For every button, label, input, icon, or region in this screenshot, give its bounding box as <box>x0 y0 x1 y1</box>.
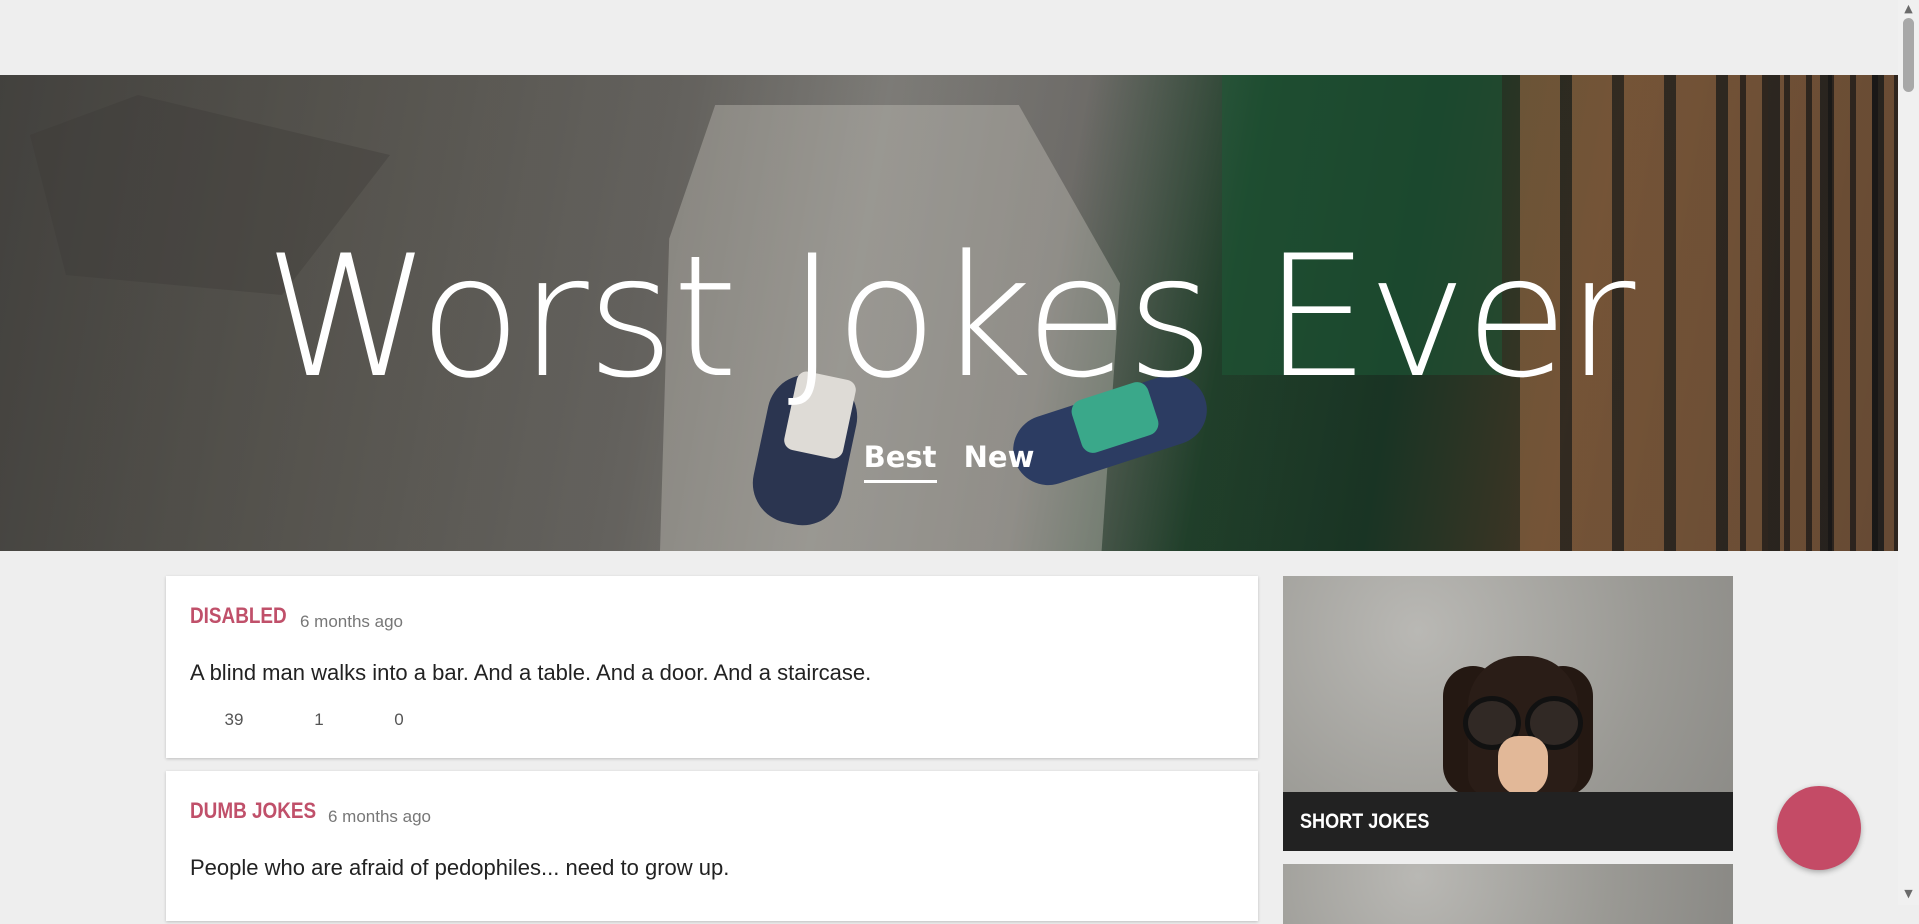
scrollbar-thumb[interactable] <box>1903 18 1914 92</box>
category-tile[interactable] <box>1283 864 1733 924</box>
site-title: Worst Jokes Ever <box>264 219 1636 415</box>
category-tile-label: SHORT JOKES <box>1283 792 1733 851</box>
scroll-down-arrow-icon[interactable]: ▼ <box>1898 887 1919 903</box>
joke-card: DUMB JOKES 6 months ago People who are a… <box>166 771 1258 921</box>
floating-action-button[interactable] <box>1777 786 1861 870</box>
scroll-up-arrow-icon[interactable]: ▲ <box>1898 2 1919 18</box>
hero-banner: Worst Jokes Ever Best New <box>0 75 1898 551</box>
joke-text: A blind man walks into a bar. And a tabl… <box>190 660 872 685</box>
joke-timestamp: 6 months ago <box>328 807 432 826</box>
joke-category-link[interactable]: DUMB JOKES <box>190 798 316 824</box>
joke-card: DISABLED 6 months ago A blind man walks … <box>166 576 1258 758</box>
tab-new[interactable]: New <box>964 440 1035 480</box>
page-scrollbar[interactable]: ▲ ▼ <box>1898 0 1919 905</box>
joke-category-link[interactable]: DISABLED <box>190 603 287 629</box>
upvote-count[interactable]: 39 <box>214 710 254 730</box>
comment-count[interactable]: 0 <box>379 710 419 730</box>
category-tile-short-jokes[interactable]: SHORT JOKES <box>1283 576 1733 851</box>
top-bar <box>0 0 1898 75</box>
tab-best[interactable]: Best <box>863 440 937 483</box>
dog-with-glasses-image <box>1443 656 1593 796</box>
downvote-count[interactable]: 1 <box>299 710 339 730</box>
joke-text: People who are afraid of pedophiles... n… <box>190 855 730 880</box>
joke-timestamp: 6 months ago <box>300 612 404 631</box>
sort-tabs: Best New <box>0 440 1898 483</box>
